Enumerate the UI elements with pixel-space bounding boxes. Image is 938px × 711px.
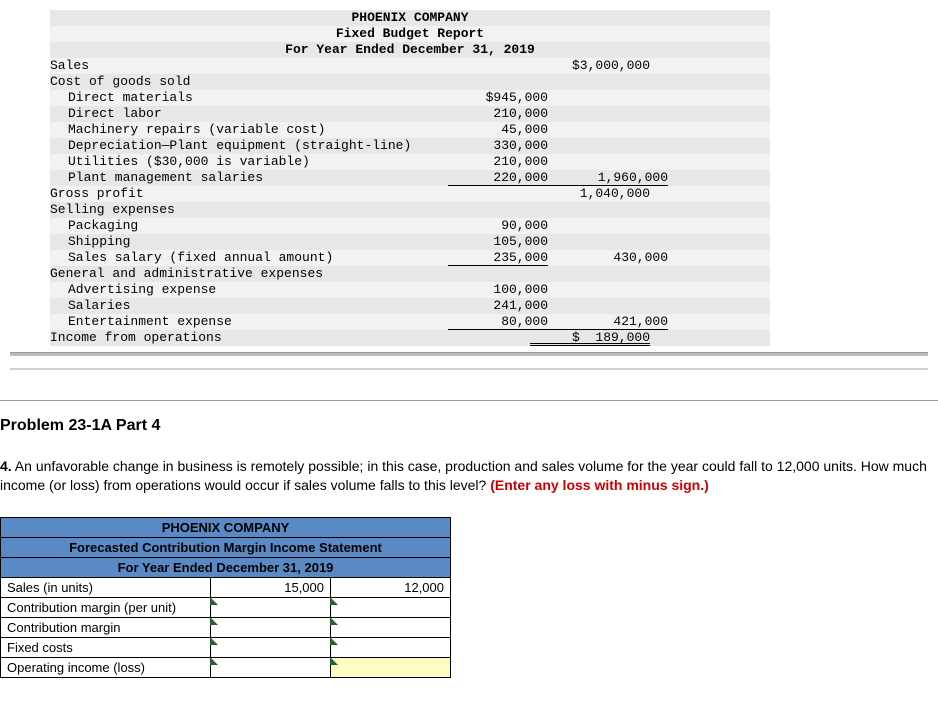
cm-sales-units-col1: 15,000 — [211, 577, 331, 597]
fixed-budget-report: PHOENIX COMPANY Fixed Budget Report For … — [10, 10, 928, 370]
cm-row-label: Contribution margin — [1, 617, 211, 637]
ga-item-val: 100,000 — [448, 282, 548, 298]
question-number: 4. — [0, 458, 12, 474]
divider — [10, 352, 928, 356]
table-row: Sales (in units) 15,000 12,000 — [1, 577, 451, 597]
cm-per-unit-col2-input[interactable] — [331, 597, 451, 617]
ga-item-label: Salaries — [50, 298, 448, 314]
income-from-ops-value: $ 189,000 — [530, 330, 650, 346]
selling-item-val: 235,000 — [448, 250, 548, 266]
selling-total: 430,000 — [548, 250, 668, 266]
cm-company: PHOENIX COMPANY — [1, 517, 451, 537]
cm-fixed-col1-input[interactable] — [211, 637, 331, 657]
divider — [0, 400, 938, 401]
question-body: An unfavorable change in business is rem… — [0, 458, 927, 493]
cm-per-unit-col1-input[interactable] — [211, 597, 331, 617]
cm-title: Forecasted Contribution Margin Income St… — [1, 537, 451, 557]
cogs-item-label: Depreciation—Plant equipment (straight-l… — [50, 138, 448, 154]
selling-item-label: Sales salary (fixed annual amount) — [50, 250, 448, 266]
ga-item-label: Advertising expense — [50, 282, 448, 298]
cm-period: For Year Ended December 31, 2019 — [1, 557, 451, 577]
cogs-item-val: 330,000 — [448, 138, 548, 154]
cm-row-label: Fixed costs — [1, 637, 211, 657]
cogs-item-label: Direct labor — [50, 106, 448, 122]
report-period: For Year Ended December 31, 2019 — [50, 42, 770, 58]
cogs-item-val: 45,000 — [448, 122, 548, 138]
report-company: PHOENIX COMPANY — [50, 10, 770, 26]
cogs-item-val: 210,000 — [448, 106, 548, 122]
sales-label: Sales — [50, 58, 430, 74]
cogs-item-label: Plant management salaries — [50, 170, 448, 186]
cogs-item-val: 220,000 — [448, 170, 548, 186]
table-row: Contribution margin (per unit) — [1, 597, 451, 617]
selling-item-val: 105,000 — [448, 234, 548, 250]
cm-total-col1-input[interactable] — [211, 617, 331, 637]
question-text: 4. An unfavorable change in business is … — [0, 457, 938, 495]
income-from-ops-label: Income from operations — [50, 330, 430, 346]
selling-heading: Selling expenses — [50, 202, 430, 218]
selling-item-val: 90,000 — [448, 218, 548, 234]
cm-row-label: Contribution margin (per unit) — [1, 597, 211, 617]
cm-fixed-col2-input[interactable] — [331, 637, 451, 657]
question-instruction: (Enter any loss with minus sign.) — [490, 477, 709, 493]
cm-opincome-col1-input[interactable] — [211, 657, 331, 677]
ga-item-label: Entertainment expense — [50, 314, 448, 330]
ga-total: 421,000 — [548, 314, 668, 330]
table-row: Fixed costs — [1, 637, 451, 657]
ga-item-val: 80,000 — [448, 314, 548, 330]
cogs-item-label: Direct materials — [50, 90, 448, 106]
cogs-item-label: Utilities ($30,000 is variable) — [50, 154, 448, 170]
cogs-item-label: Machinery repairs (variable cost) — [50, 122, 448, 138]
report-title: Fixed Budget Report — [50, 26, 770, 42]
cogs-item-val: $945,000 — [448, 90, 548, 106]
problem-heading: Problem 23-1A Part 4 — [0, 417, 938, 435]
selling-item-label: Packaging — [50, 218, 448, 234]
cogs-item-val: 210,000 — [448, 154, 548, 170]
cm-sales-units-col2: 12,000 — [331, 577, 451, 597]
ga-item-val: 241,000 — [448, 298, 548, 314]
cm-row-label: Operating income (loss) — [1, 657, 211, 677]
cm-opincome-col2-input[interactable] — [331, 657, 451, 677]
ga-heading: General and administrative expenses — [50, 266, 430, 282]
table-row: Operating income (loss) — [1, 657, 451, 677]
gross-profit-value: 1,040,000 — [530, 186, 650, 202]
cm-total-col2-input[interactable] — [331, 617, 451, 637]
sales-value: $3,000,000 — [530, 58, 650, 74]
cogs-total: 1,960,000 — [548, 170, 668, 186]
cogs-heading: Cost of goods sold — [50, 74, 430, 90]
cm-row-label: Sales (in units) — [1, 577, 211, 597]
selling-item-label: Shipping — [50, 234, 448, 250]
gross-profit-label: Gross profit — [50, 186, 430, 202]
cm-statement-table: PHOENIX COMPANY Forecasted Contribution … — [0, 517, 451, 678]
table-row: Contribution margin — [1, 617, 451, 637]
